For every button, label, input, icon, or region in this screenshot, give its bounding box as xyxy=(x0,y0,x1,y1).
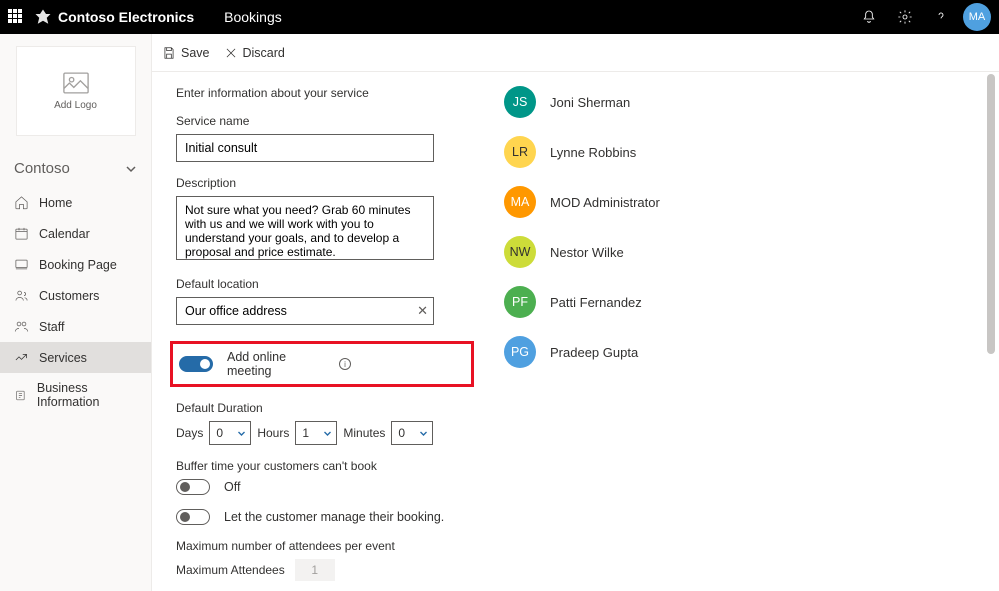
form-column: Enter information about your service Ser… xyxy=(176,86,474,567)
add-logo-box[interactable]: Add Logo xyxy=(16,46,136,136)
service-name-label: Service name xyxy=(176,114,474,128)
default-duration-label: Default Duration xyxy=(176,401,474,415)
staff-avatar: PF xyxy=(504,286,536,318)
days-select[interactable]: 0 xyxy=(209,421,251,445)
staff-avatar: NW xyxy=(504,236,536,268)
chevron-down-icon xyxy=(125,163,137,175)
staff-name: Nestor Wilke xyxy=(550,245,624,260)
description-label: Description xyxy=(176,176,474,190)
staff-item[interactable]: JS Joni Sherman xyxy=(504,86,975,118)
command-bar: Save Discard xyxy=(152,34,999,72)
minutes-label: Minutes xyxy=(343,426,385,440)
add-online-meeting-label: Add online meeting xyxy=(227,350,333,378)
help-icon[interactable] xyxy=(923,0,959,34)
info-icon[interactable]: i xyxy=(339,358,351,370)
max-attendees-label: Maximum Attendees xyxy=(176,563,285,577)
settings-icon[interactable] xyxy=(887,0,923,34)
nav-customers[interactable]: Customers xyxy=(0,280,151,311)
brand-name: Contoso Electronics xyxy=(58,9,194,25)
nav-calendar[interactable]: Calendar xyxy=(0,218,151,249)
main-panel: Save Discard Enter information about you… xyxy=(152,34,999,591)
app-launcher-icon[interactable] xyxy=(8,9,24,25)
add-logo-label: Add Logo xyxy=(54,100,97,111)
buffer-off-label: Off xyxy=(224,480,240,494)
nav-staff[interactable]: Staff xyxy=(0,311,151,342)
minutes-select[interactable]: 0 xyxy=(391,421,433,445)
staff-column: JS Joni Sherman LR Lynne Robbins MA MOD Admin… xyxy=(504,86,975,567)
tenant-picker[interactable]: Contoso xyxy=(0,152,151,187)
staff-name: Lynne Robbins xyxy=(550,145,636,160)
hours-select[interactable]: 1 xyxy=(295,421,337,445)
staff-item[interactable]: PG Pradeep Gupta xyxy=(504,336,975,368)
customer-manage-toggle[interactable] xyxy=(176,509,210,525)
buffer-label: Buffer time your customers can't book xyxy=(176,459,474,473)
staff-name: MOD Administrator xyxy=(550,195,660,210)
discard-button[interactable]: Discard xyxy=(224,46,285,60)
staff-avatar: JS xyxy=(504,86,536,118)
scrollbar-thumb[interactable] xyxy=(987,74,995,354)
staff-item[interactable]: NW Nestor Wilke xyxy=(504,236,975,268)
staff-name: Pradeep Gupta xyxy=(550,345,638,360)
tenant-name: Contoso xyxy=(14,160,70,177)
scrollbar xyxy=(985,72,997,591)
clear-location-icon[interactable]: ✕ xyxy=(417,303,428,319)
staff-avatar: PG xyxy=(504,336,536,368)
buffer-toggle[interactable] xyxy=(176,479,210,495)
days-label: Days xyxy=(176,426,203,440)
default-location-input[interactable] xyxy=(176,297,434,325)
app-name: Bookings xyxy=(224,9,282,25)
nav: Home Calendar Booking Page Customers Sta… xyxy=(0,187,151,417)
staff-name: Patti Fernandez xyxy=(550,295,642,310)
user-avatar[interactable]: MA xyxy=(963,3,991,31)
add-online-meeting-toggle[interactable] xyxy=(179,356,213,372)
save-button[interactable]: Save xyxy=(162,46,210,60)
brand-icon xyxy=(34,8,52,26)
staff-name: Joni Sherman xyxy=(550,95,630,110)
service-name-input[interactable] xyxy=(176,134,434,162)
nav-services[interactable]: Services xyxy=(0,342,151,373)
max-attendees-input[interactable] xyxy=(295,559,335,581)
staff-item[interactable]: LR Lynne Robbins xyxy=(504,136,975,168)
max-attendees-heading: Maximum number of attendees per event xyxy=(176,539,474,553)
nav-business-info[interactable]: Business Information xyxy=(0,373,151,417)
staff-item[interactable]: MA MOD Administrator xyxy=(504,186,975,218)
nav-home[interactable]: Home xyxy=(0,187,151,218)
sidebar: Add Logo Contoso Home Calendar Booking P… xyxy=(0,34,152,591)
staff-avatar: MA xyxy=(504,186,536,218)
description-textarea[interactable] xyxy=(176,196,434,260)
form-instructions: Enter information about your service xyxy=(176,86,474,100)
customer-manage-label: Let the customer manage their booking. xyxy=(224,510,444,524)
hours-label: Hours xyxy=(257,426,289,440)
add-online-meeting-highlight: Add online meeting i xyxy=(170,341,474,387)
top-bar: Contoso Electronics Bookings MA xyxy=(0,0,999,34)
nav-booking-page[interactable]: Booking Page xyxy=(0,249,151,280)
staff-item[interactable]: PF Patti Fernandez xyxy=(504,286,975,318)
notifications-icon[interactable] xyxy=(851,0,887,34)
default-location-label: Default location xyxy=(176,277,474,291)
staff-avatar: LR xyxy=(504,136,536,168)
